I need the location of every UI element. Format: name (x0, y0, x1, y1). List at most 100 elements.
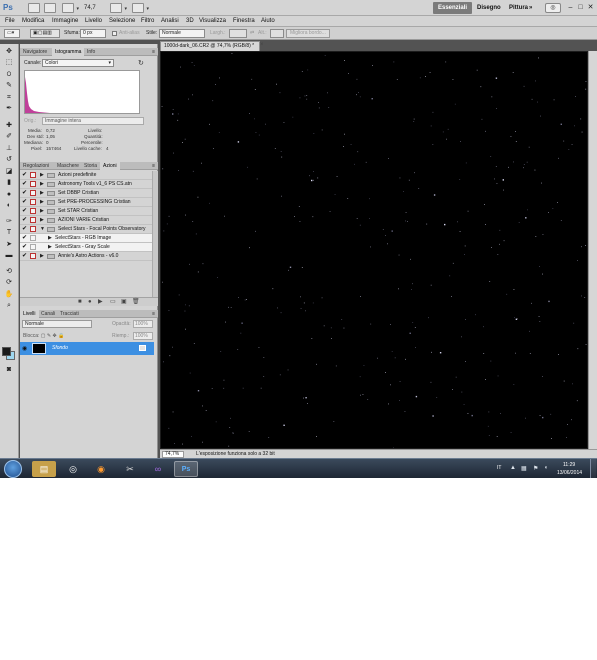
zoom-level-display[interactable]: 74,7 (84, 3, 104, 13)
tray-arrow-icon[interactable]: ▲ (510, 465, 516, 471)
dialog-toggle-icon[interactable] (30, 235, 36, 241)
menu-analisi[interactable]: Analisi (161, 17, 179, 26)
dialog-toggle-icon[interactable] (30, 199, 36, 205)
action-set-row[interactable]: ✔ ▶ Set STAR Cristian (20, 207, 152, 216)
workspace-essenziali[interactable]: Essenziali (433, 2, 473, 14)
width-input[interactable] (229, 29, 247, 38)
zoom-tool-icon[interactable]: ⌕ (3, 302, 15, 310)
quick-mask-icon[interactable]: ◙ (3, 366, 15, 374)
photoshop-taskbar-icon[interactable]: Ps (174, 461, 198, 477)
panel-menu-icon[interactable]: ≡ (152, 310, 155, 318)
action-set-row-expanded[interactable]: ✔ ▼ Select Stars - Focal Points Observat… (20, 225, 152, 234)
crop-tool-icon[interactable]: ⌗ (3, 94, 15, 102)
play-icon[interactable]: ▶ (98, 299, 103, 306)
visual-studio-icon[interactable]: ∞ (146, 461, 170, 477)
shape-tool-icon[interactable]: ▬ (3, 252, 15, 260)
dialog-toggle-icon[interactable] (30, 226, 36, 232)
menu-modifica[interactable]: Modifica (22, 17, 44, 26)
opacity-input[interactable]: 100% (133, 320, 153, 328)
marquee-tool-icon[interactable]: ⬚ (3, 59, 15, 67)
action-set-row[interactable]: ✔ ▶ Annie's Astro Actions - v6.0 (20, 252, 152, 261)
refresh-icon[interactable]: ↻ (138, 59, 144, 67)
action-set-row[interactable]: ✔ ▶ Azioni predefinite (20, 171, 152, 180)
tool-preset-picker[interactable]: ▭▾ (4, 29, 20, 38)
expand-arrow-icon[interactable]: ▶ (40, 190, 44, 197)
menu-selezione[interactable]: Selezione (109, 17, 135, 26)
close-tab-icon[interactable]: × (260, 42, 264, 48)
firefox-icon[interactable]: ◉ (89, 461, 113, 477)
new-set-icon[interactable]: ▭ (110, 299, 116, 306)
action-set-row[interactable]: ✔ ▶ Set DBBP Cristian (20, 189, 152, 198)
swap-icon[interactable]: ⇄ (250, 29, 254, 38)
healing-brush-tool-icon[interactable]: ✚ (3, 122, 15, 130)
start-button[interactable] (4, 460, 22, 478)
expand-arrow-icon[interactable]: ▶ (48, 235, 52, 242)
history-brush-tool-icon[interactable]: ↺ (3, 156, 15, 164)
tab-canali[interactable]: Canali (38, 310, 58, 318)
toggle-check-icon[interactable]: ✔ (22, 199, 28, 205)
clone-stamp-tool-icon[interactable]: ⊥ (3, 145, 15, 153)
tab-maschere[interactable]: Maschere (54, 162, 82, 170)
action-item-row[interactable]: ✔ ▶ SelectStars - RGB Image (20, 234, 152, 243)
show-desktop-button[interactable] (590, 459, 596, 478)
tab-istogramma[interactable]: Istogramma (52, 48, 85, 56)
blur-tool-icon[interactable]: ● (3, 191, 15, 199)
network-icon[interactable]: ▦ (521, 465, 527, 472)
quick-selection-tool-icon[interactable]: ✎ (3, 82, 15, 90)
toggle-check-icon[interactable]: ✔ (22, 244, 28, 250)
gradient-tool-icon[interactable]: ▮ (3, 179, 15, 187)
menu-filtro[interactable]: Filtro (141, 17, 154, 26)
record-icon[interactable]: ● (88, 299, 92, 306)
fill-input[interactable]: 100% (133, 332, 153, 340)
status-zoom-input[interactable]: 74,7% (162, 451, 184, 458)
actions-scrollbar[interactable] (152, 171, 158, 301)
expand-arrow-icon[interactable]: ▶ (40, 172, 44, 179)
toggle-check-icon[interactable]: ✔ (22, 172, 28, 178)
lasso-tool-icon[interactable]: ଠ (3, 71, 15, 79)
brush-tool-icon[interactable]: ✐ (3, 133, 15, 141)
dialog-toggle-icon[interactable] (30, 181, 36, 187)
canvas-scrollbar[interactable] (588, 51, 597, 449)
action-set-row[interactable]: ✔ ▶ Astronomy Tools v1_6 PS CS.atn (20, 180, 152, 189)
hand-tool-icon[interactable]: ✋ (3, 291, 15, 299)
workspace-disegno[interactable]: Disegno (472, 2, 506, 14)
new-action-icon[interactable]: ▣ (121, 299, 127, 306)
document-tab[interactable]: 1000d-dark_06.CR2 @ 74,7% (RGB/8) * (160, 41, 260, 51)
flag-icon[interactable]: ⚑ (533, 465, 538, 472)
visibility-eye-icon[interactable]: ◉ (22, 345, 27, 352)
eraser-tool-icon[interactable]: ◪ (3, 168, 15, 176)
panel-menu-icon[interactable]: ≡ (152, 48, 155, 56)
tab-info[interactable]: Info (84, 48, 98, 56)
feather-input[interactable]: 0 px (80, 29, 106, 38)
dodge-tool-icon[interactable]: ◐ (3, 202, 15, 210)
tab-tracciati[interactable]: Tracciati (57, 310, 82, 318)
blend-mode-select[interactable]: Normale (22, 320, 92, 328)
panel-menu-icon[interactable]: ≡ (152, 162, 155, 170)
toggle-check-icon[interactable]: ✔ (22, 235, 28, 241)
document-canvas[interactable] (160, 51, 588, 449)
tab-storia[interactable]: Storia (81, 162, 100, 170)
menu-finestra[interactable]: Finestra (233, 17, 255, 26)
toggle-check-icon[interactable]: ✔ (22, 208, 28, 214)
refine-edge-button[interactable]: Migliora bordo... (286, 29, 330, 38)
dialog-toggle-icon[interactable] (30, 190, 36, 196)
eyedropper-tool-icon[interactable]: ✒ (3, 105, 15, 113)
trash-icon[interactable]: 🗑 (132, 299, 140, 306)
expand-arrow-icon[interactable]: ▶ (40, 217, 44, 224)
foreground-color-swatch[interactable] (2, 347, 11, 356)
clock-time[interactable]: 11:29 (563, 462, 575, 468)
collapse-arrow-icon[interactable]: ▼ (40, 226, 45, 233)
toggle-check-icon[interactable]: ✔ (22, 181, 28, 187)
style-select[interactable]: Normale (159, 29, 205, 38)
dialog-toggle-icon[interactable] (30, 217, 36, 223)
maximize-button[interactable]: □ (576, 2, 585, 13)
dialog-toggle-icon[interactable] (30, 208, 36, 214)
height-input[interactable] (270, 29, 284, 38)
channel-select[interactable]: Colori ▾ (42, 59, 114, 67)
cs-live-button[interactable]: ◎ (545, 3, 561, 13)
tab-regolazioni[interactable]: Regolazioni (20, 162, 52, 170)
menu-livello[interactable]: Livello (85, 17, 102, 26)
minimize-button[interactable]: – (566, 2, 575, 13)
menu-3d[interactable]: 3D (186, 17, 194, 26)
view-extras-button[interactable]: ▾ (62, 3, 79, 13)
